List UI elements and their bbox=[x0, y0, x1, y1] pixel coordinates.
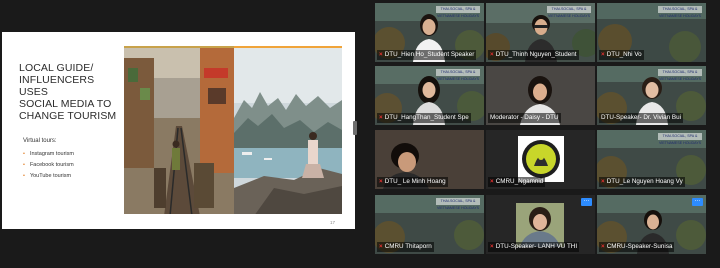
university-logo bbox=[518, 136, 564, 182]
mic-off-icon: × bbox=[379, 114, 383, 121]
participant-name: × DTU_ Le Minh Hoang bbox=[377, 177, 448, 187]
shared-screen-slide: LOCAL GUIDE/ INFLUENCERS USES SOCIAL MED… bbox=[2, 32, 355, 229]
mic-off-icon: × bbox=[379, 51, 383, 58]
participant-tile[interactable]: THAI-SOCIAL, SPA & VIETNAMESE HOLIDAYS ×… bbox=[597, 130, 706, 189]
slide-title-line: CHANGE TOURISM bbox=[19, 110, 117, 122]
participant-tile[interactable]: … × CMRU-Speaker-Sunisa bbox=[597, 195, 706, 254]
train-street-photo bbox=[124, 46, 234, 214]
participant-name: × DTU_Nhi Vo bbox=[599, 50, 644, 60]
slide-title: LOCAL GUIDE/ INFLUENCERS USES SOCIAL MED… bbox=[19, 62, 119, 122]
participant-name: × CMRU_Ngamnid bbox=[488, 177, 546, 187]
participant-name: × CMRU Thitaporn bbox=[377, 242, 434, 252]
participant-name: × DTU-Speaker- LANH VU THI bbox=[488, 242, 580, 252]
slide-title-line: SOCIAL MEDIA TO bbox=[19, 98, 112, 110]
event-badge: THAI-SOCIAL, SPA & VIETNAMESE HOLIDAYS bbox=[658, 6, 702, 18]
event-badge: THAI-SOCIAL, SPA & VIETNAMESE HOLIDAYS bbox=[436, 69, 480, 81]
slide-page-number: 17 bbox=[329, 220, 335, 225]
slide-bullet-item: Instagram tourism bbox=[23, 149, 74, 160]
event-badge: THAI-SOCIAL, SPA & VIETNAMESE HOLIDAYS bbox=[658, 133, 702, 145]
slide-bullet-item: YouTube tourism bbox=[23, 171, 74, 182]
mic-off-icon: × bbox=[379, 178, 383, 185]
participant-tile[interactable]: THAI-SOCIAL, SPA & VIETNAMESE HOLIDAYS ×… bbox=[375, 66, 484, 125]
participant-tile[interactable]: … × DTU-Speaker- LANH VU THI bbox=[486, 195, 595, 254]
participant-video bbox=[516, 203, 564, 247]
mic-off-icon: × bbox=[379, 243, 383, 250]
event-badge: THAI-SOCIAL, SPA & VIETNAMESE HOLIDAYS bbox=[547, 6, 591, 18]
participant-name: × DTU_Hien Ho_Student Speaker bbox=[377, 50, 477, 60]
participant-tile[interactable]: THAI-SOCIAL, SPA & VIETNAMESE HOLIDAYS ×… bbox=[597, 3, 706, 62]
more-options-icon[interactable]: … bbox=[692, 197, 703, 206]
slide-title-line: INFLUENCERS USES bbox=[19, 74, 95, 98]
participant-tile-active-speaker[interactable]: THAI-SOCIAL, SPA & VIETNAMESE HOLIDAYS D… bbox=[597, 66, 706, 125]
participant-tile[interactable]: THAI-SOCIAL, SPA & VIETNAMESE HOLIDAYS ×… bbox=[375, 195, 484, 254]
participant-tile[interactable]: × DTU_ Le Minh Hoang bbox=[375, 130, 484, 189]
event-badge: THAI-SOCIAL, SPA & VIETNAMESE HOLIDAYS bbox=[436, 6, 480, 18]
slide-bullet-list: Instagram tourism Facebook tourism YouTu… bbox=[23, 149, 74, 182]
halong-bay-photo bbox=[234, 46, 342, 214]
mic-off-icon: × bbox=[601, 51, 605, 58]
mic-off-icon: × bbox=[601, 178, 605, 185]
event-badge: THAI-SOCIAL, SPA & VIETNAMESE HOLIDAYS bbox=[658, 69, 702, 81]
mic-off-icon: × bbox=[490, 178, 494, 185]
participant-name: × DTU_HangThan_Student Spe bbox=[377, 113, 471, 123]
mic-off-icon: × bbox=[490, 243, 494, 250]
event-badge: THAI-SOCIAL, SPA & VIETNAMESE HOLIDAYS bbox=[436, 198, 480, 210]
slide-subheading: Virtual tours: bbox=[23, 138, 57, 144]
slide-title-line: LOCAL GUIDE/ bbox=[19, 62, 94, 74]
participant-name: × CMRU-Speaker-Sunisa bbox=[599, 242, 675, 252]
slide-bullet-item: Facebook tourism bbox=[23, 160, 74, 171]
participant-name: × DTU_Thinh Nguyen_Student bbox=[488, 50, 579, 60]
participant-tile[interactable]: × CMRU_Ngamnid bbox=[486, 130, 595, 189]
participant-tile[interactable]: Moderator - Daisy - DTU bbox=[486, 66, 595, 125]
mic-off-icon: × bbox=[601, 243, 605, 250]
split-view-drag-handle[interactable] bbox=[353, 121, 357, 135]
participant-tile[interactable]: THAI-SOCIAL, SPA & VIETNAMESE HOLIDAYS ×… bbox=[486, 3, 595, 62]
mic-off-icon: × bbox=[490, 51, 494, 58]
more-options-icon[interactable]: … bbox=[581, 197, 592, 206]
participant-name: DTU-Speaker- Dr. Vivian Bui bbox=[599, 113, 684, 123]
participant-tile[interactable]: THAI-SOCIAL, SPA & VIETNAMESE HOLIDAYS ×… bbox=[375, 3, 484, 62]
participant-name: × DTU_Le Nguyen Hoang Vy bbox=[599, 177, 685, 187]
participant-name: Moderator - Daisy - DTU bbox=[488, 113, 561, 123]
